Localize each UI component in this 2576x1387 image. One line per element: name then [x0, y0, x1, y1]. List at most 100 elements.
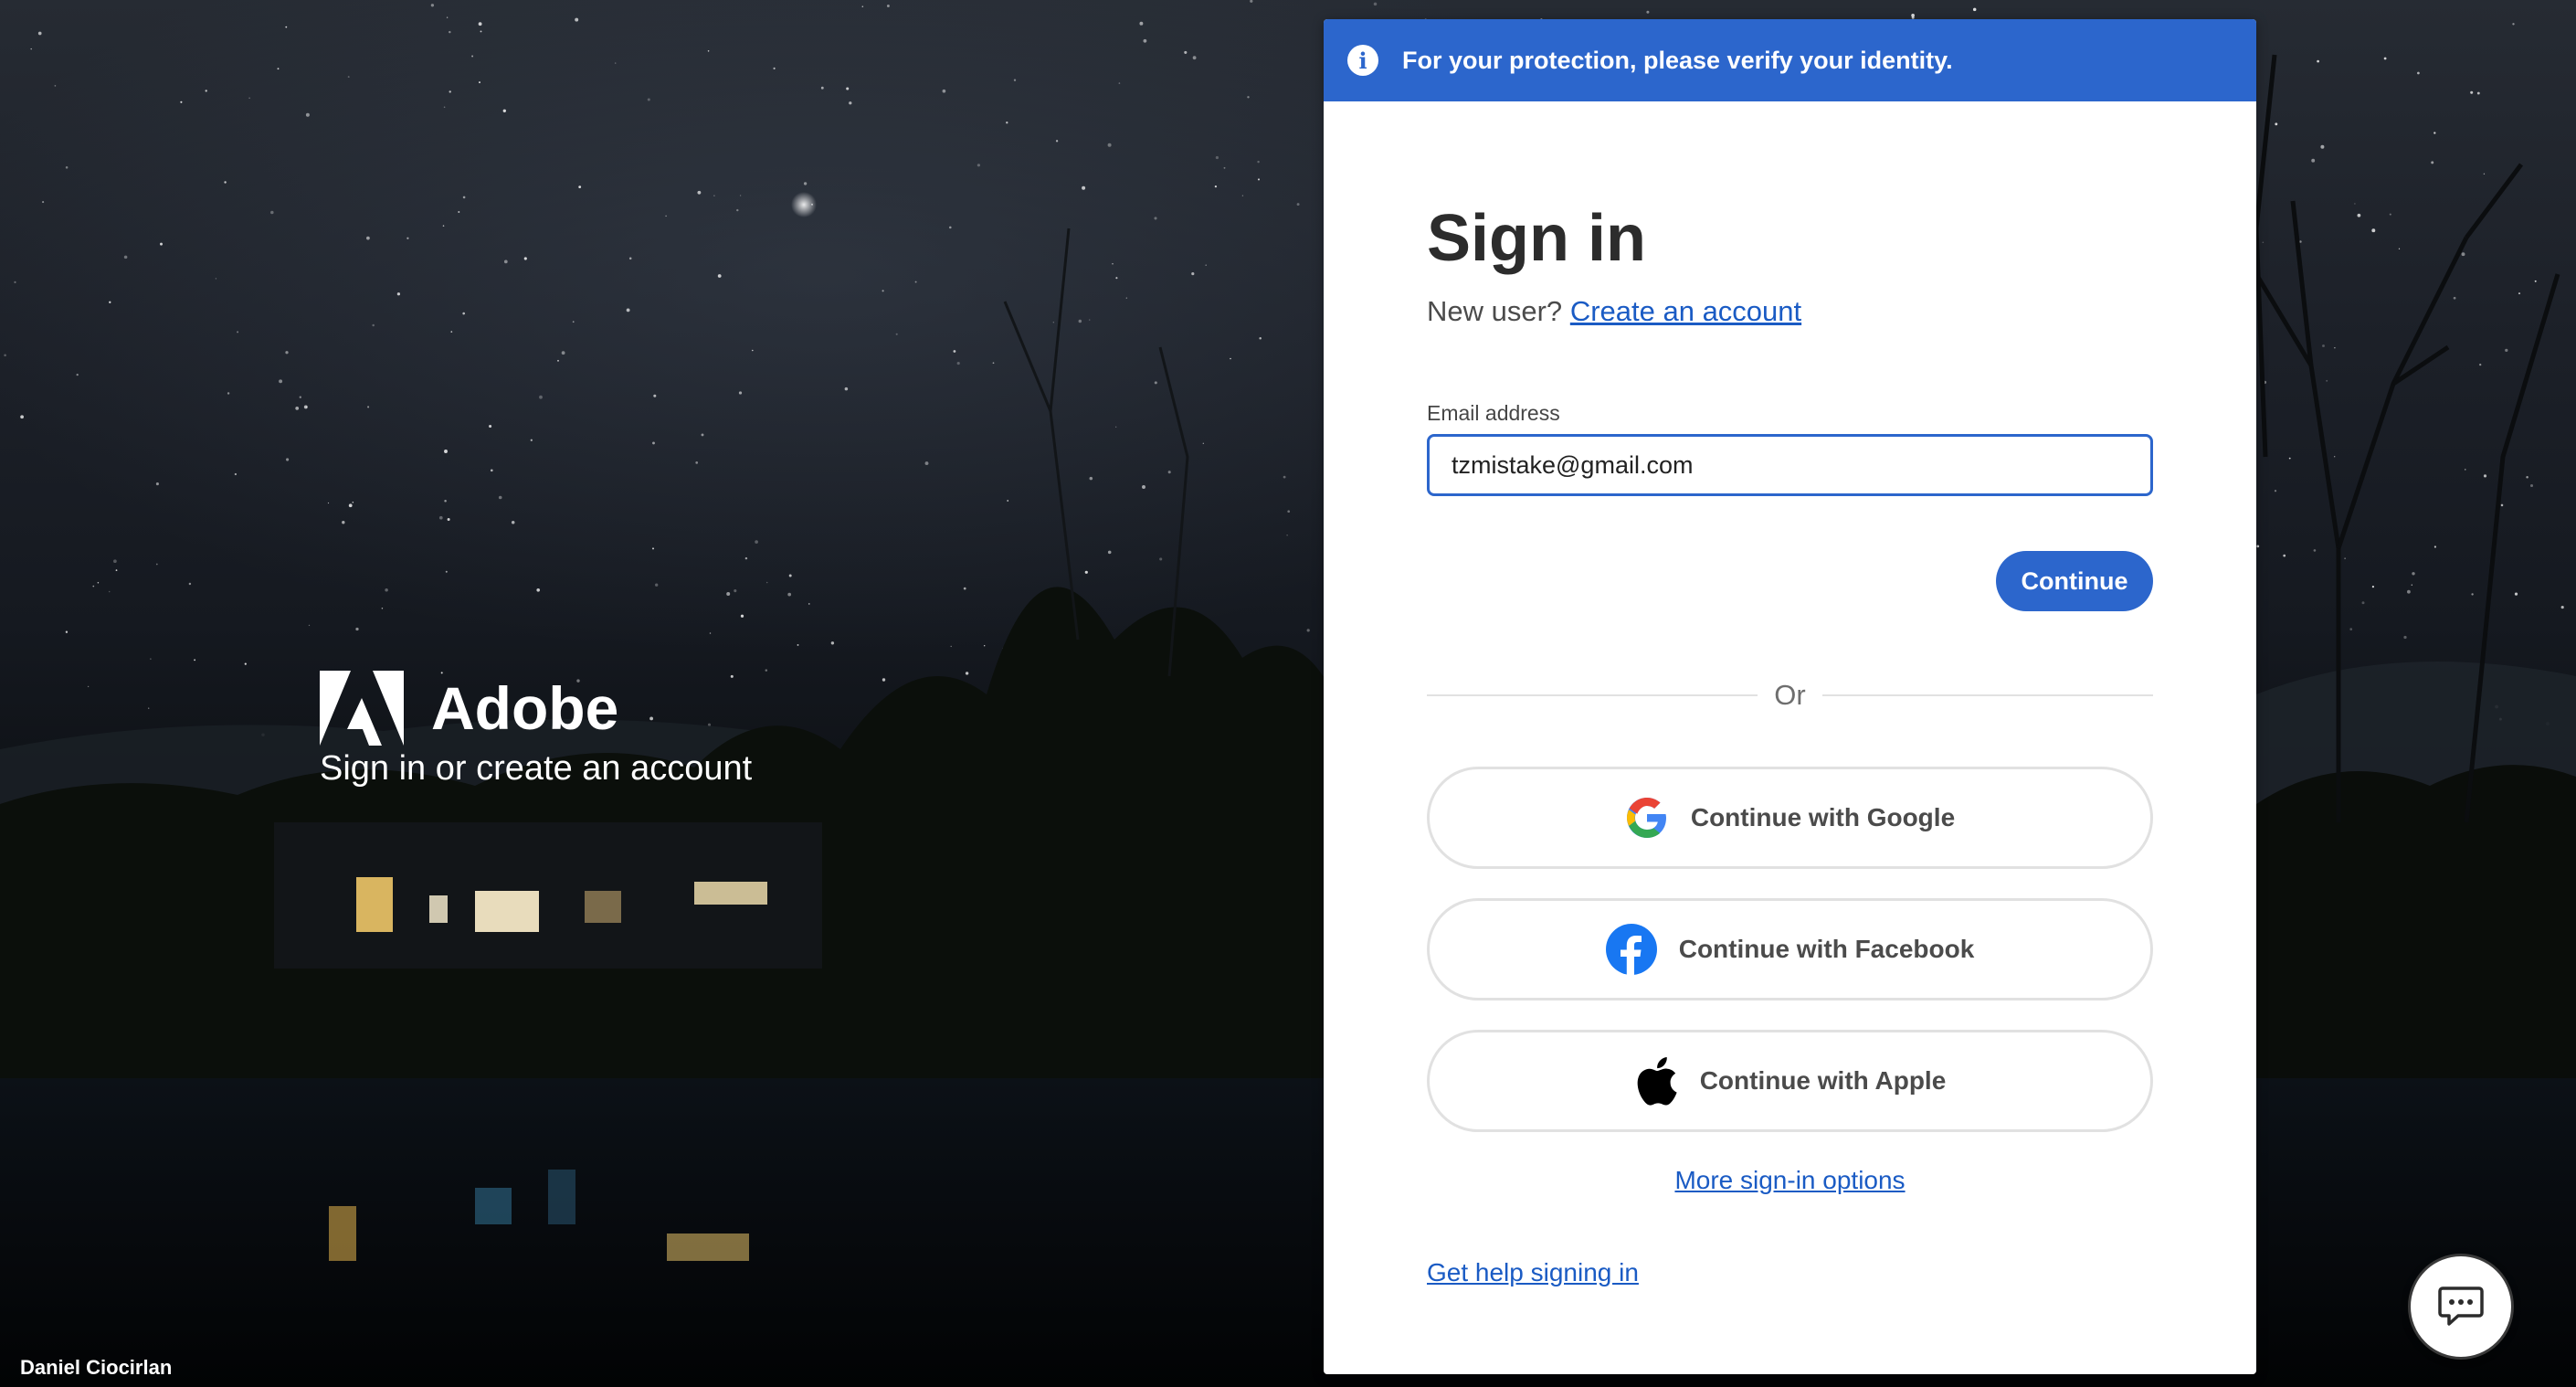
continue-with-google-button[interactable]: Continue with Google	[1427, 767, 2153, 869]
star	[279, 379, 283, 384]
star	[2534, 280, 2537, 282]
star	[773, 67, 776, 69]
star	[348, 503, 353, 508]
star	[458, 211, 460, 213]
star	[381, 607, 384, 609]
star	[1167, 471, 1171, 474]
star	[489, 424, 492, 429]
get-help-link[interactable]: Get help signing in	[1427, 1258, 1639, 1286]
star	[2313, 549, 2317, 552]
more-options-row: More sign-in options	[1427, 1166, 2153, 1195]
star	[530, 439, 533, 441]
star	[54, 85, 57, 87]
star	[42, 201, 45, 204]
star	[977, 164, 981, 167]
star	[2361, 601, 2365, 605]
continue-with-facebook-button[interactable]: Continue with Facebook	[1427, 898, 2153, 1001]
star	[2483, 173, 2486, 175]
star	[536, 588, 541, 592]
star	[1154, 381, 1157, 385]
continue-with-apple-button[interactable]: Continue with Apple	[1427, 1030, 2153, 1132]
star	[1078, 319, 1082, 323]
star	[503, 259, 508, 264]
star	[1125, 297, 1127, 299]
star	[14, 281, 16, 284]
star	[443, 106, 446, 109]
star	[2431, 161, 2434, 164]
star	[205, 90, 207, 92]
star	[950, 645, 952, 648]
star	[752, 349, 754, 352]
chat-button[interactable]	[2408, 1254, 2514, 1360]
star	[308, 624, 311, 627]
star	[1283, 475, 1286, 479]
star	[1230, 357, 1231, 360]
adobe-logo-icon	[320, 671, 404, 746]
brand-name: Adobe	[431, 674, 619, 742]
star	[924, 461, 929, 466]
star	[1112, 263, 1114, 265]
star	[188, 582, 192, 586]
star	[1013, 79, 1017, 81]
star	[2500, 503, 2504, 507]
star	[1259, 337, 1262, 340]
star	[155, 482, 159, 486]
star	[2322, 344, 2325, 347]
star	[895, 333, 898, 335]
star	[115, 569, 118, 571]
more-sign-in-options-link[interactable]: More sign-in options	[1674, 1166, 1905, 1194]
star	[765, 581, 768, 584]
star	[449, 90, 451, 93]
star	[787, 592, 792, 597]
star	[1142, 485, 1145, 489]
star	[707, 50, 710, 52]
star	[992, 362, 995, 365]
star	[2334, 456, 2336, 458]
star	[755, 540, 758, 544]
star	[479, 81, 480, 84]
star	[490, 469, 493, 472]
star	[713, 195, 715, 196]
star	[65, 630, 69, 633]
verification-banner: i For your protection, please verify you…	[1324, 19, 2256, 101]
star	[2471, 593, 2474, 596]
star	[846, 87, 850, 90]
brand-tagline: Sign in or create an account	[320, 749, 753, 788]
star	[1257, 178, 1261, 181]
star	[471, 55, 474, 58]
star	[949, 226, 952, 229]
new-user-text: New user?	[1427, 295, 1563, 327]
star	[2470, 90, 2474, 94]
star	[502, 109, 506, 112]
star	[1202, 442, 1204, 444]
star	[227, 392, 230, 395]
star	[2518, 292, 2521, 295]
star	[113, 559, 117, 564]
create-account-link[interactable]: Create an account	[1570, 295, 1801, 327]
star	[444, 450, 448, 453]
star	[965, 672, 969, 675]
star	[1192, 56, 1197, 60]
star	[651, 547, 655, 550]
star	[385, 588, 388, 592]
star	[97, 581, 100, 584]
star	[647, 98, 650, 101]
star	[1191, 272, 1195, 276]
star	[160, 242, 163, 246]
continue-button[interactable]: Continue	[1996, 551, 2153, 611]
star	[445, 570, 448, 573]
star	[734, 589, 737, 593]
star	[37, 31, 42, 36]
star	[462, 196, 466, 199]
star	[1287, 510, 1291, 514]
email-field[interactable]	[1427, 434, 2153, 496]
star	[1205, 264, 1207, 266]
email-label: Email address	[1427, 401, 1560, 425]
star	[148, 707, 150, 709]
star	[1306, 629, 1310, 632]
star	[2512, 23, 2515, 26]
star	[20, 415, 24, 419]
star	[1115, 426, 1117, 428]
star	[1006, 122, 1008, 124]
star	[523, 257, 527, 260]
